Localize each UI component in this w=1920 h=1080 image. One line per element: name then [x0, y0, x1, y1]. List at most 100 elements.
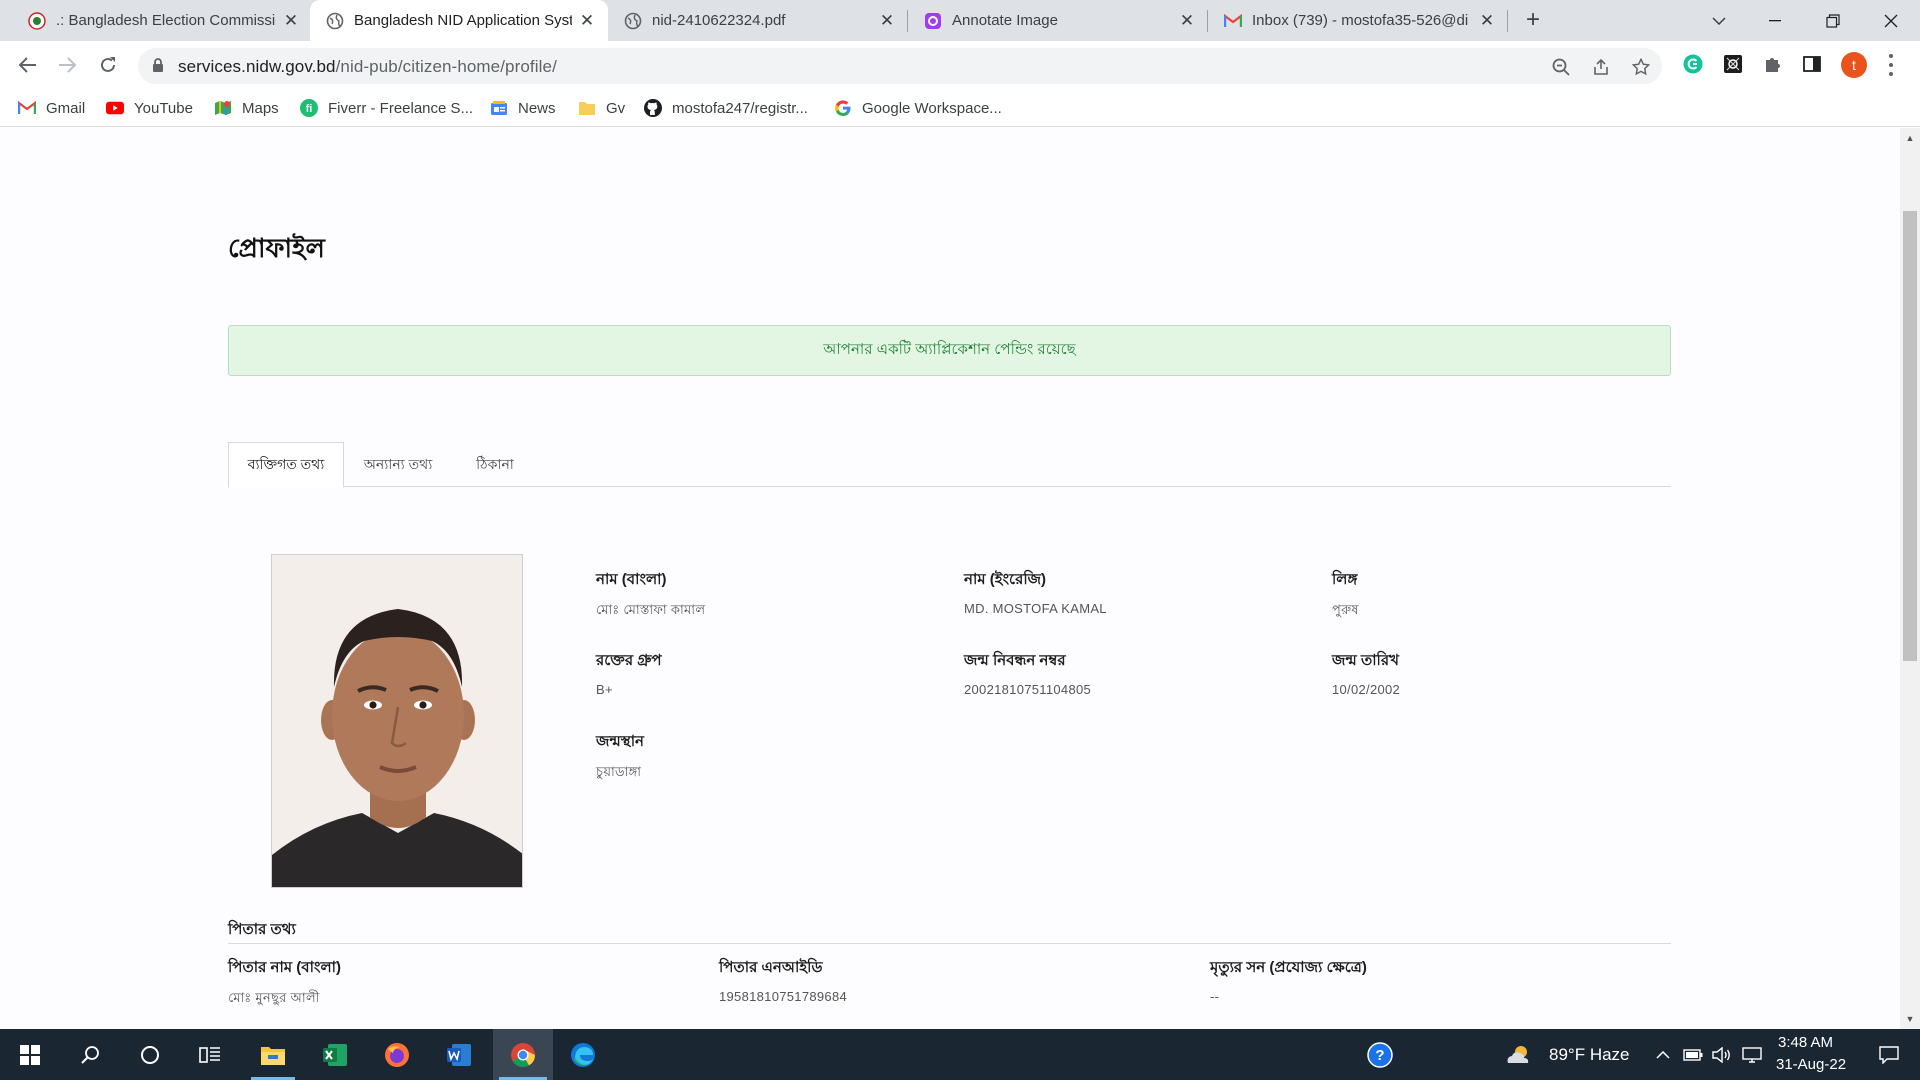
close-icon[interactable]: ✕ — [578, 11, 596, 31]
gmail-icon — [1224, 12, 1242, 30]
back-arrow-icon[interactable] — [14, 51, 42, 79]
page-scrollbar[interactable]: ▲ ▼ — [1900, 128, 1920, 1029]
field-value: -- — [1210, 989, 1220, 1004]
notification-center-icon[interactable] — [1864, 1029, 1914, 1080]
tab-title: Inbox (739) - mostofa35-526@di — [1252, 12, 1469, 29]
close-icon[interactable]: ✕ — [1178, 11, 1196, 31]
field-date-of-birth: জন্ম তারিখ 10/02/2002 — [1332, 649, 1400, 697]
network-icon[interactable] — [1738, 1029, 1766, 1080]
close-window-button[interactable] — [1868, 0, 1914, 41]
windows-start-icon[interactable] — [2, 1029, 58, 1080]
page-content: প্রোফাইল আপনার একটি অ্যাপ্লিকেশান পেন্ডি… — [0, 128, 1900, 1029]
bookmark-label: Gv — [606, 99, 626, 117]
clock-date[interactable]: 31-Aug-22 — [1776, 1056, 1846, 1073]
browser-tab-annotate-image[interactable]: Annotate Image ✕ — [908, 0, 1208, 41]
word-icon[interactable] — [431, 1029, 487, 1080]
fiverr-icon: fi — [300, 99, 318, 117]
bookmark-youtube[interactable]: YouTube — [106, 97, 193, 119]
scroll-up-arrow-icon[interactable]: ▲ — [1900, 130, 1920, 146]
tray-chevron-up-icon[interactable] — [1650, 1029, 1676, 1080]
help-tray-icon[interactable]: ? — [1352, 1029, 1408, 1080]
weather-cloud-icon[interactable] — [1500, 1029, 1536, 1080]
field-label: জন্ম তারিখ — [1332, 652, 1399, 669]
field-value: 20021810751104805 — [964, 682, 1092, 697]
news-icon — [490, 99, 508, 117]
bookmark-news[interactable]: News — [490, 97, 556, 119]
tab-address[interactable]: ঠিকানা — [452, 442, 538, 487]
browser-toolbar: services.nidw.gov.bd/nid-pub/citizen-hom… — [0, 41, 1920, 89]
bookmark-label: Fiverr - Freelance S... — [328, 99, 474, 117]
tab-search-chevron-icon[interactable] — [1696, 0, 1742, 41]
field-blood-group: রক্তের গ্রুপ B+ — [596, 649, 662, 697]
bookmark-label: Google Workspace... — [862, 99, 1002, 117]
restore-window-button[interactable] — [1810, 0, 1856, 41]
browser-tab-nid-pdf[interactable]: nid-2410622324.pdf ✕ — [608, 0, 908, 41]
address-bar[interactable]: services.nidw.gov.bd/nid-pub/citizen-hom… — [138, 48, 1662, 84]
bookmark-fiverr[interactable]: fi Fiverr - Freelance S... — [300, 97, 473, 119]
bookmark-label: YouTube — [134, 99, 193, 117]
field-value: মোঃ মোস্তাফা কামাল — [596, 602, 706, 617]
grammarly-extension-icon[interactable] — [1682, 53, 1704, 75]
reload-icon[interactable] — [94, 51, 122, 79]
tab-other-info[interactable]: অন্যান্য তথ্য — [344, 442, 452, 487]
bookmark-google-workspace[interactable]: Google Workspace... — [834, 97, 1002, 119]
search-icon[interactable] — [62, 1029, 118, 1080]
browser-tab-nid-application[interactable]: Bangladesh NID Application Syst ✕ — [310, 0, 608, 41]
profile-avatar[interactable]: t — [1841, 52, 1867, 78]
field-father-name-bangla: পিতার নাম (বাংলা) মোঃ মুনছুর আলী — [228, 956, 341, 1010]
globe-icon — [326, 12, 344, 30]
close-icon[interactable]: ✕ — [878, 11, 896, 31]
tab-title: Annotate Image — [952, 12, 1058, 29]
edge-icon[interactable] — [555, 1029, 611, 1080]
weather-text[interactable]: 89°F Haze — [1549, 1045, 1630, 1065]
scrollbar-thumb[interactable] — [1903, 211, 1917, 661]
field-value: MD. MOSTOFA KAMAL — [964, 601, 1107, 616]
side-panel-icon[interactable] — [1801, 53, 1823, 75]
close-icon[interactable]: ✕ — [1478, 11, 1496, 31]
field-label: পিতার এনআইডি — [719, 959, 823, 976]
pending-application-alert: আপনার একটি অ্যাপ্লিকেশান পেন্ডিং রয়েছে — [228, 325, 1671, 376]
close-icon[interactable]: ✕ — [282, 11, 300, 31]
scroll-down-arrow-icon[interactable]: ▼ — [1900, 1011, 1920, 1027]
chrome-menu-icon[interactable] — [1886, 52, 1896, 78]
tab-personal-info[interactable]: ব্যক্তিগত তথ্য — [228, 442, 344, 488]
minimize-window-button[interactable] — [1752, 0, 1798, 41]
clock-time[interactable]: 3:48 AM — [1778, 1034, 1833, 1051]
bookmark-maps[interactable]: Maps — [214, 97, 279, 119]
field-value: 19581810751789684 — [719, 989, 848, 1004]
field-label: জন্ম নিবন্ধন নম্বর — [964, 652, 1066, 669]
forward-arrow-icon[interactable] — [53, 51, 81, 79]
bookmark-gv-folder[interactable]: Gv — [578, 97, 625, 119]
browser-tab-election-commission[interactable]: .: Bangladesh Election Commissio ✕ — [12, 0, 312, 41]
firefox-icon[interactable] — [369, 1029, 425, 1080]
chrome-icon[interactable] — [493, 1029, 553, 1080]
tab-separator — [1507, 10, 1508, 32]
share-icon[interactable] — [1590, 56, 1612, 78]
lock-icon[interactable] — [152, 57, 164, 78]
zoom-icon[interactable] — [1550, 56, 1572, 78]
puzzle-extensions-icon[interactable] — [1762, 53, 1784, 75]
file-explorer-icon[interactable] — [245, 1029, 301, 1080]
svg-text:?: ? — [1375, 1047, 1384, 1064]
bookmark-label: News — [518, 99, 556, 117]
cortana-icon[interactable] — [122, 1029, 178, 1080]
hacker-extension-icon[interactable] — [1722, 53, 1744, 75]
volume-icon[interactable] — [1708, 1029, 1736, 1080]
field-gender: লিঙ্গ পুরুষ — [1332, 568, 1359, 622]
field-label: জন্মস্থান — [596, 733, 645, 750]
bookmark-star-icon[interactable] — [1630, 56, 1652, 78]
field-label: মৃত্যুর সন (প্রযোজ্য ক্ষেত্রে) — [1210, 959, 1367, 976]
bookmark-label: mostofa247/registr... — [672, 99, 808, 117]
tab-title: nid-2410622324.pdf — [652, 12, 786, 29]
bookmark-gmail[interactable]: Gmail — [18, 97, 85, 119]
battery-icon[interactable] — [1680, 1029, 1706, 1080]
url-text[interactable]: services.nidw.gov.bd/nid-pub/citizen-hom… — [178, 57, 557, 77]
profile-tabs: ব্যক্তিগত তথ্য অন্যান্য তথ্য ঠিকানা — [228, 442, 1671, 488]
new-tab-button[interactable]: + — [1519, 6, 1547, 34]
excel-icon[interactable] — [307, 1029, 363, 1080]
bookmark-github[interactable]: mostofa247/registr... — [644, 97, 808, 119]
browser-tab-gmail-inbox[interactable]: Inbox (739) - mostofa35-526@di ✕ — [1208, 0, 1508, 41]
field-value: 10/02/2002 — [1332, 682, 1401, 697]
task-view-icon[interactable] — [182, 1029, 238, 1080]
folder-icon — [578, 99, 596, 117]
